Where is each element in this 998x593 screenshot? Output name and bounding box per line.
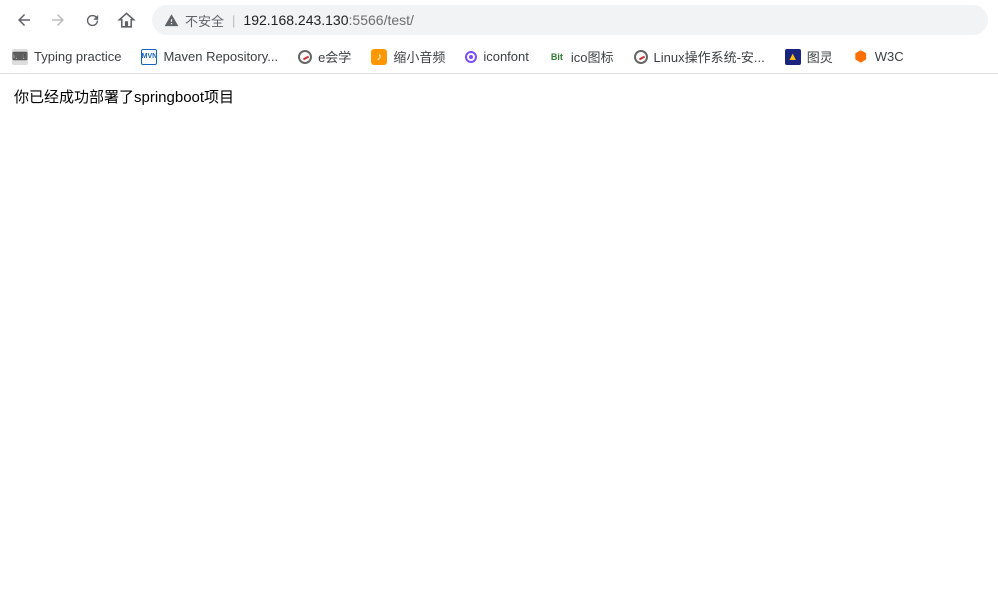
forward-button[interactable] [44,6,72,34]
bookmark-maven-repository[interactable]: MVN Maven Repository... [141,49,278,65]
bookmark-icon: ♪ [371,49,387,65]
security-label: 不安全 [185,11,224,30]
bookmarks-bar: ⌨ Typing practice MVN Maven Repository..… [0,40,998,74]
page-content: 你已经成功部署了springboot项目 [0,74,998,119]
bookmark-icon: MVN [141,49,157,65]
security-indicator[interactable]: 不安全 [164,11,224,30]
bookmark-label: e会学 [318,47,351,66]
url-text: 192.168.243.130:5566/test/ [243,12,414,28]
bookmark-label: iconfont [483,49,529,64]
reload-button[interactable] [78,6,106,34]
bookmark-label: W3C [875,49,904,64]
bookmark-icon: ▲ [785,49,801,65]
address-divider: | [232,13,235,28]
bookmark-icon [298,50,312,64]
bookmark-label: Typing practice [34,49,121,64]
bookmark-label: Linux操作系统-安... [654,47,765,66]
bookmark-icon [465,51,477,63]
warning-icon [164,13,179,28]
bookmark-icon: Bit [549,49,565,65]
bookmark-label: ico图标 [571,47,614,66]
success-message: 你已经成功部署了springboot项目 [14,89,234,106]
bookmark-icon: ⌨ [12,49,28,65]
home-button[interactable] [112,6,140,34]
bookmark-audio[interactable]: ♪ 缩小音频 [371,47,445,66]
bookmark-w3c[interactable]: ⬢ W3C [853,49,904,65]
bookmark-linux[interactable]: Linux操作系统-安... [634,47,765,66]
bookmark-iconfont[interactable]: iconfont [465,49,529,64]
bookmark-icon: ⬢ [853,49,869,65]
bookmark-ico[interactable]: Bit ico图标 [549,47,614,66]
bookmark-typing-practice[interactable]: ⌨ Typing practice [12,49,121,65]
bookmark-icon [634,50,648,64]
bookmark-label: 缩小音频 [393,47,445,66]
bookmark-label: 图灵 [807,47,833,66]
back-button[interactable] [10,6,38,34]
bookmark-tuling[interactable]: ▲ 图灵 [785,47,833,66]
bookmark-ehuixue[interactable]: e会学 [298,47,351,66]
address-bar[interactable]: 不安全 | 192.168.243.130:5566/test/ [152,5,988,35]
browser-toolbar: 不安全 | 192.168.243.130:5566/test/ [0,0,998,40]
bookmark-label: Maven Repository... [163,49,278,64]
